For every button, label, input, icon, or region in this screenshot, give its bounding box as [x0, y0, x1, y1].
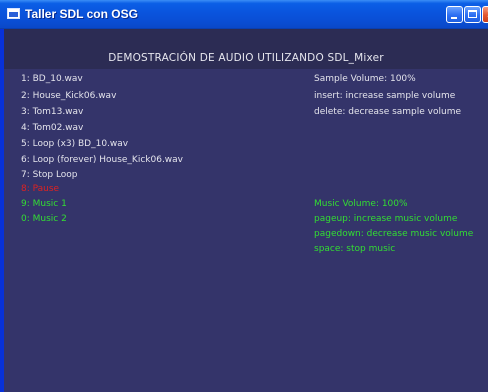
menu-item-6: 6: Loop (forever) House_Kick06.wav — [21, 155, 184, 165]
menu-item-4: 4: Tom02.wav — [21, 123, 84, 133]
music-space-hint: space: stop music — [314, 244, 396, 254]
music-pagedown-hint: pagedown: decrease music volume — [314, 229, 474, 239]
render-viewport[interactable]: DEMOSTRACIÓN DE AUDIO UTILIZANDO SDL_Mix… — [4, 29, 488, 392]
maximize-button[interactable] — [464, 6, 481, 23]
header-band: DEMOSTRACIÓN DE AUDIO UTILIZANDO SDL_Mix… — [4, 29, 488, 69]
sample-delete-hint: delete: decrease sample volume — [314, 107, 462, 117]
page-title: DEMOSTRACIÓN DE AUDIO UTILIZANDO SDL_Mix… — [108, 52, 384, 64]
minimize-icon — [451, 17, 457, 19]
menu-item-5: 5: Loop (x3) BD_10.wav — [21, 139, 129, 149]
menu-item-3: 3: Tom13.wav — [21, 107, 84, 117]
close-button[interactable]: ✕ — [482, 6, 488, 23]
title-bar[interactable]: Taller SDL con OSG ✕ — [0, 0, 488, 29]
window-icon[interactable] — [7, 8, 20, 19]
music-pageup-hint: pageup: increase music volume — [314, 214, 458, 224]
music-volume-label: Music Volume: 100% — [314, 199, 408, 209]
menu-item-2: 2: House_Kick06.wav — [21, 91, 117, 101]
sample-volume-label: Sample Volume: 100% — [314, 74, 416, 84]
menu-item-1: 1: BD_10.wav — [21, 74, 83, 84]
menu-item-0: 0: Music 2 — [21, 214, 67, 224]
sample-insert-hint: insert: increase sample volume — [314, 91, 456, 101]
window-title: Taller SDL con OSG — [25, 7, 138, 21]
menu-item-9: 9: Music 1 — [21, 199, 67, 209]
minimize-button[interactable] — [446, 6, 463, 23]
menu-item-7: 7: Stop Loop — [21, 170, 78, 180]
menu-item-8: 8: Pause — [21, 184, 60, 194]
close-icon: ✕ — [483, 7, 488, 22]
maximize-icon — [468, 10, 477, 18]
app-window: Taller SDL con OSG ✕ DEMOSTRACIÓN DE AUD… — [0, 0, 488, 392]
